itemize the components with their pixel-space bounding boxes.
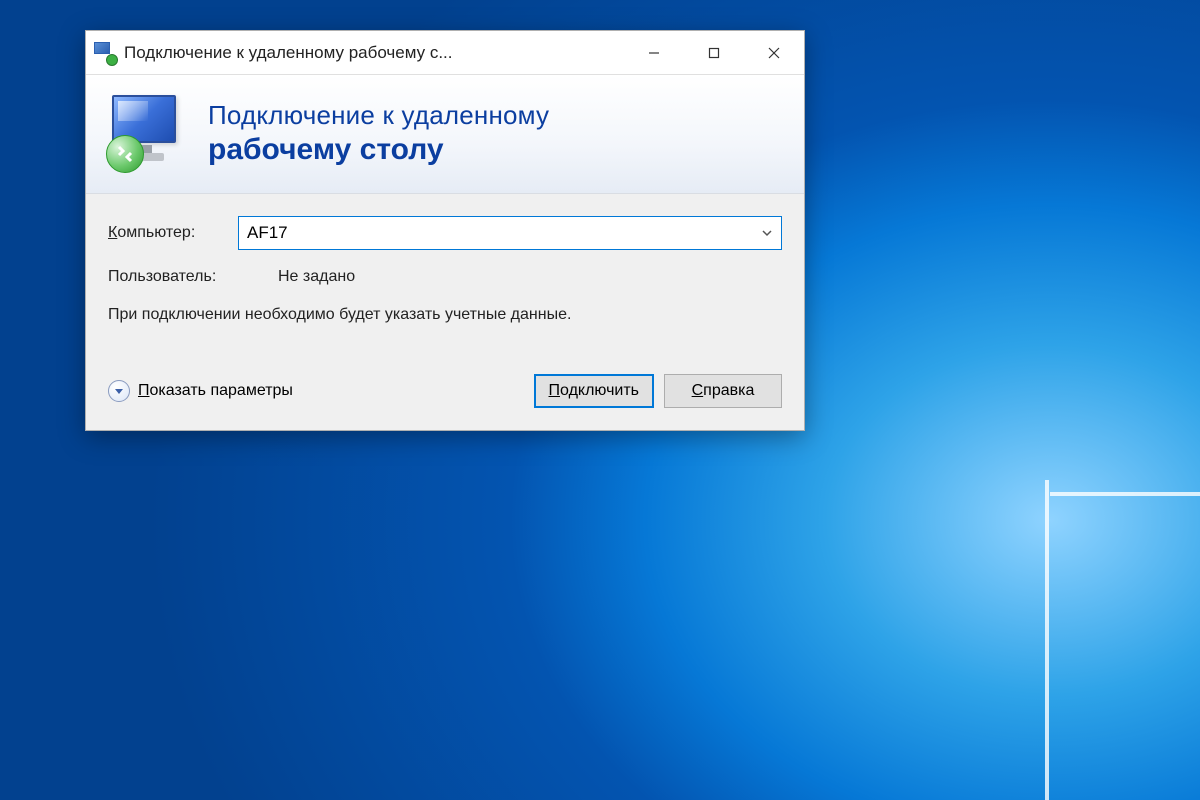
maximize-button[interactable]: [684, 31, 744, 75]
window-controls: [624, 31, 804, 75]
chevron-down-circle-icon: [108, 380, 130, 402]
user-value: Не задано: [278, 268, 355, 286]
rdp-window: Подключение к удаленному рабочему с...: [85, 30, 805, 431]
window-title: Подключение к удаленному рабочему с...: [124, 43, 624, 63]
computer-combobox[interactable]: [238, 216, 782, 250]
help-button[interactable]: Справка: [664, 374, 782, 408]
user-row: Пользователь: Не задано: [108, 268, 782, 286]
connect-button[interactable]: Подключить: [534, 374, 654, 408]
banner-line1: Подключение к удаленному: [208, 100, 549, 131]
desktop-light-beam: [1045, 480, 1049, 800]
title-bar[interactable]: Подключение к удаленному рабочему с...: [86, 31, 804, 75]
credentials-hint: При подключении необходимо будет указать…: [108, 304, 628, 326]
banner-line2: рабочему столу: [208, 133, 549, 167]
close-button[interactable]: [744, 31, 804, 75]
user-label: Пользователь:: [108, 268, 278, 286]
show-options-toggle[interactable]: Показать параметры: [108, 380, 293, 402]
minimize-button[interactable]: [624, 31, 684, 75]
computer-label: Компьютер:: [108, 224, 238, 242]
computer-input[interactable]: [239, 217, 753, 249]
chevron-down-icon[interactable]: [753, 217, 781, 249]
dialog-body: Компьютер: Пользователь: Не задано При п…: [86, 194, 804, 364]
rdp-banner-icon: [106, 91, 190, 175]
banner-text: Подключение к удаленному рабочему столу: [208, 100, 549, 167]
computer-row: Компьютер:: [108, 216, 782, 250]
dialog-footer: Показать параметры Подключить Справка: [86, 364, 804, 430]
desktop-light-beam: [1050, 492, 1200, 496]
show-options-label: Показать параметры: [138, 382, 293, 400]
banner: Подключение к удаленному рабочему столу: [86, 75, 804, 194]
rdp-app-icon: [94, 42, 116, 64]
